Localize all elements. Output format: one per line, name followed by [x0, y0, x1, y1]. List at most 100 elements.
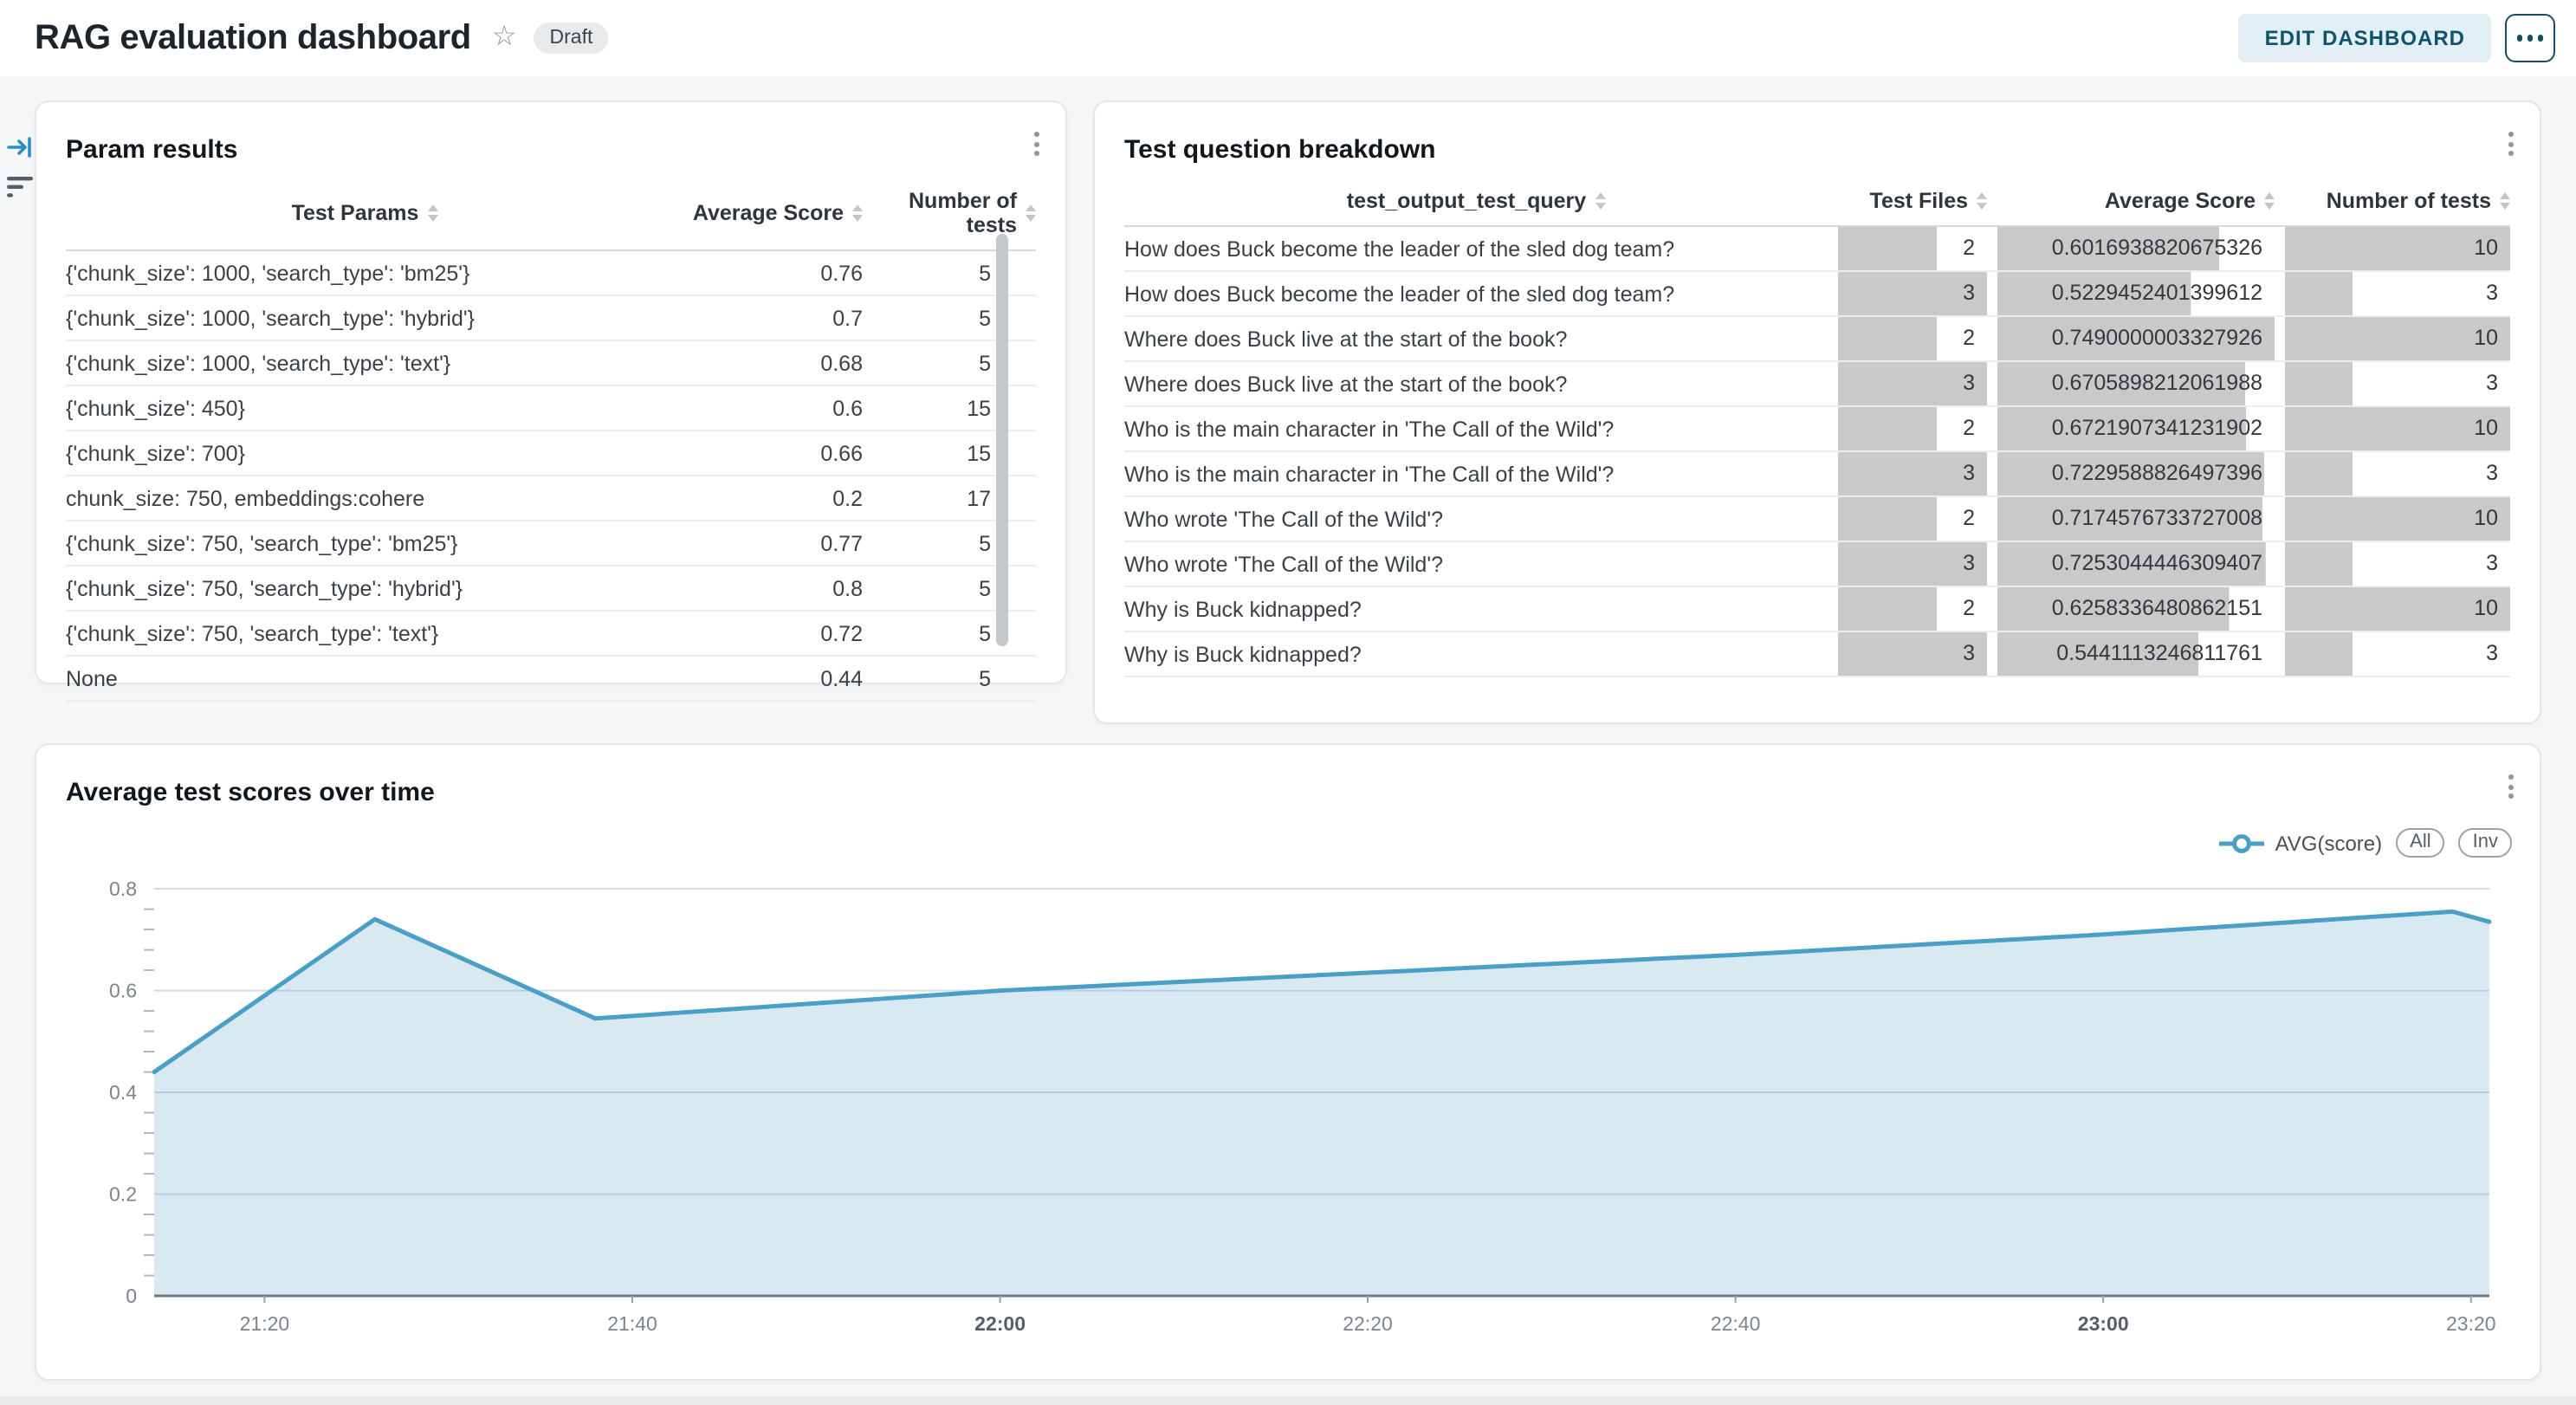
- cell-average-score: 0.6258336480862151: [1987, 586, 2275, 631]
- test-question-breakdown-panel: Test question breakdown test_output_test…: [1093, 100, 2541, 724]
- cell-number-of-tests: 10: [2275, 406, 2510, 451]
- cell-number-of-tests: 5: [863, 566, 1036, 611]
- left-rail: [7, 135, 35, 199]
- bottom-strip: [0, 1396, 2576, 1405]
- cell-number-of-tests: 5: [863, 521, 1036, 566]
- cell-number-of-tests: 15: [863, 431, 1036, 476]
- cell-number-of-tests: 3: [2275, 541, 2510, 586]
- area-chart[interactable]: 00.20.40.60.821:2021:4022:0022:2022:4023…: [66, 866, 2514, 1365]
- cell-test-files: 3: [1828, 451, 1987, 496]
- x-axis-label: 23:20: [2446, 1312, 2496, 1335]
- cell-number-of-tests: 5: [863, 656, 1036, 701]
- table-row: Why is Buck kidnapped?20.625833648086215…: [1124, 586, 2510, 631]
- cell-test-files: 2: [1828, 316, 1987, 361]
- avg-scores-chart-panel: Average test scores over time AVG(score)…: [35, 743, 2541, 1381]
- filter-icon[interactable]: [7, 177, 35, 199]
- cell-test-files: 3: [1828, 271, 1987, 316]
- edit-dashboard-button[interactable]: EDIT DASHBOARD: [2239, 14, 2491, 62]
- status-badge: Draft: [534, 23, 609, 54]
- column-header-test-files[interactable]: Test Files: [1828, 189, 1987, 226]
- chart-legend: AVG(score) All Inv: [2220, 828, 2512, 858]
- cell-average-score: 0.76: [663, 250, 863, 295]
- cell-test-files: 2: [1828, 496, 1987, 541]
- cell-average-score: 0.68: [663, 340, 863, 385]
- cell-test-files: 2: [1828, 586, 1987, 631]
- table-row: Who wrote 'The Call of the Wild'?20.7174…: [1124, 496, 2510, 541]
- table-row: How does Buck become the leader of the s…: [1124, 271, 2510, 316]
- table-row: Who is the main character in 'The Call o…: [1124, 406, 2510, 451]
- table-row: {'chunk_size': 450}0.615: [66, 385, 1036, 431]
- page-title: RAG evaluation dashboard: [35, 18, 471, 58]
- cell-query: How does Buck become the leader of the s…: [1124, 271, 1828, 316]
- cell-test-files: 2: [1828, 406, 1987, 451]
- table-row: Who wrote 'The Call of the Wild'?30.7253…: [1124, 541, 2510, 586]
- legend-all-button[interactable]: All: [2396, 828, 2444, 858]
- table-row: Where does Buck live at the start of the…: [1124, 361, 2510, 406]
- panel-title: Param results: [66, 135, 237, 165]
- sort-icon: [427, 204, 437, 222]
- cell-number-of-tests: 10: [2275, 586, 2510, 631]
- cell-test-params: {'chunk_size': 1000, 'search_type': 'bm2…: [66, 250, 663, 295]
- column-header-average-score[interactable]: Average Score: [1987, 189, 2275, 226]
- cell-query: Why is Buck kidnapped?: [1124, 631, 1828, 677]
- cell-query: Who wrote 'The Call of the Wild'?: [1124, 541, 1828, 586]
- cell-average-score: 0.7: [663, 295, 863, 340]
- line-series-marker-icon: [2220, 832, 2265, 853]
- cell-test-files: 3: [1828, 361, 1987, 406]
- x-axis-label: 21:40: [607, 1312, 657, 1335]
- column-header-number-of-tests[interactable]: Number of tests: [2275, 189, 2510, 226]
- cell-number-of-tests: 3: [2275, 451, 2510, 496]
- top-bar: RAG evaluation dashboard ☆ Draft EDIT DA…: [0, 0, 2576, 76]
- table-row: {'chunk_size': 1000, 'search_type': 'tex…: [66, 340, 1036, 385]
- cell-number-of-tests: 5: [863, 250, 1036, 295]
- cell-average-score: 0.2: [663, 476, 863, 521]
- legend-item-avg-score[interactable]: AVG(score): [2220, 831, 2383, 855]
- cell-query: Where does Buck live at the start of the…: [1124, 316, 1828, 361]
- column-header-number-of-tests[interactable]: Number of tests: [863, 189, 1036, 250]
- collapse-panel-right-icon[interactable]: [7, 135, 33, 159]
- column-header-average-score[interactable]: Average Score: [663, 189, 863, 250]
- cell-test-files: 2: [1828, 226, 1987, 271]
- x-axis-label: 23:00: [2078, 1312, 2129, 1335]
- panel-kebab-menu[interactable]: [2503, 769, 2519, 804]
- test-question-breakdown-table: test_output_test_query Test Files Averag…: [1124, 189, 2510, 677]
- cell-average-score: 0.6: [663, 385, 863, 431]
- cell-test-params: {'chunk_size': 700}: [66, 431, 663, 476]
- cell-average-score: 0.5441113246811761: [1987, 631, 2275, 677]
- cell-average-score: 0.5229452401399612: [1987, 271, 2275, 316]
- table-scrollbar[interactable]: [996, 234, 1008, 646]
- cell-test-params: {'chunk_size': 750, 'search_type': 'hybr…: [66, 566, 663, 611]
- x-axis-label: 22:40: [1711, 1312, 1761, 1335]
- cell-average-score: 0.6705898212061988: [1987, 361, 2275, 406]
- column-header-query[interactable]: test_output_test_query: [1124, 189, 1828, 226]
- panel-title: Test question breakdown: [1124, 135, 1436, 165]
- cell-average-score: 0.7174576733727008: [1987, 496, 2275, 541]
- favorite-star-icon[interactable]: ☆: [492, 24, 517, 52]
- table-row: None0.445: [66, 656, 1036, 701]
- legend-inv-button[interactable]: Inv: [2459, 828, 2512, 858]
- sort-icon: [1977, 192, 1987, 210]
- cell-average-score: 0.72: [663, 611, 863, 656]
- cell-number-of-tests: 15: [863, 385, 1036, 431]
- cell-average-score: 0.44: [663, 656, 863, 701]
- cell-query: Who is the main character in 'The Call o…: [1124, 451, 1828, 496]
- cell-number-of-tests: 3: [2275, 631, 2510, 677]
- cell-average-score: 0.7490000003327926: [1987, 316, 2275, 361]
- table-row: Where does Buck live at the start of the…: [1124, 316, 2510, 361]
- panel-kebab-menu[interactable]: [2503, 126, 2519, 161]
- cell-average-score: 0.77: [663, 521, 863, 566]
- column-header-test-params[interactable]: Test Params: [66, 189, 663, 250]
- more-menu-button[interactable]: [2505, 14, 2555, 62]
- table-row: {'chunk_size': 750, 'search_type': 'text…: [66, 611, 1036, 656]
- y-axis-label: 0.8: [109, 877, 137, 900]
- table-row: How does Buck become the leader of the s…: [1124, 226, 2510, 271]
- cell-number-of-tests: 17: [863, 476, 1036, 521]
- cell-average-score: 0.66: [663, 431, 863, 476]
- cell-average-score: 0.8: [663, 566, 863, 611]
- cell-number-of-tests: 10: [2275, 496, 2510, 541]
- cell-number-of-tests: 3: [2275, 361, 2510, 406]
- cell-average-score: 0.6016938820675326: [1987, 226, 2275, 271]
- cell-test-files: 3: [1828, 631, 1987, 677]
- y-axis-label: 0.2: [109, 1183, 137, 1206]
- panel-kebab-menu[interactable]: [1029, 126, 1045, 161]
